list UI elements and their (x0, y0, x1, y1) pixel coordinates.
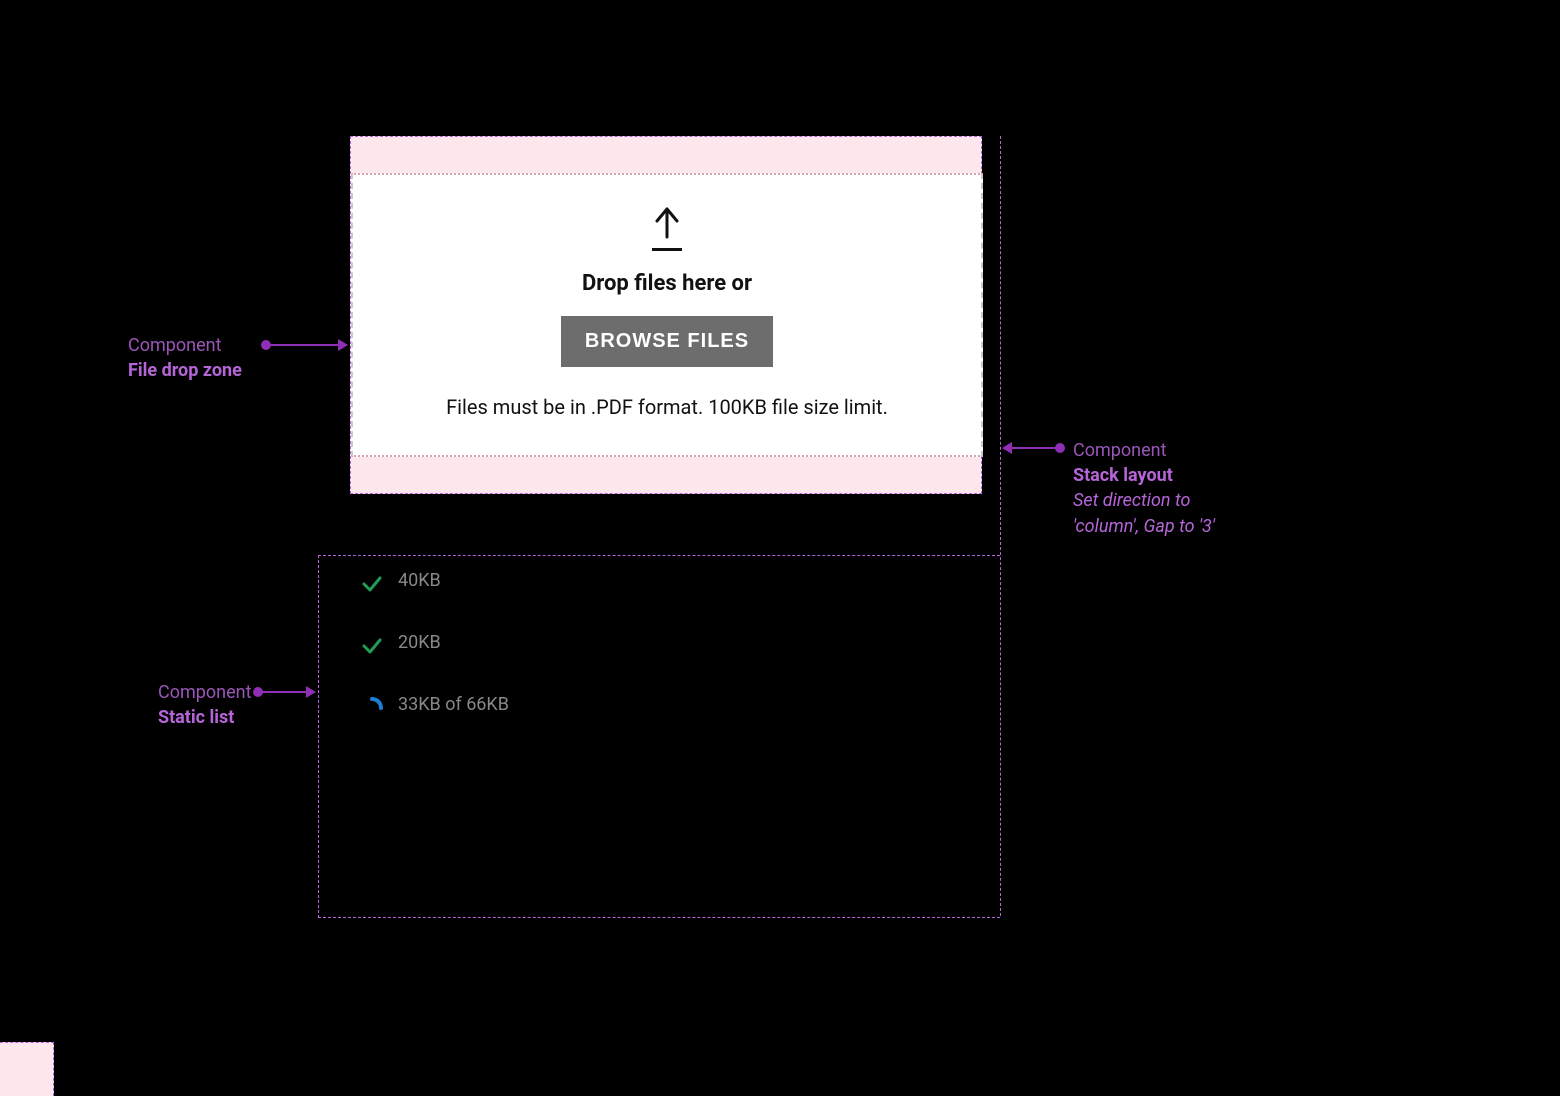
annotation-arrowhead (1002, 442, 1012, 454)
static-list: 40KB 20KB 33KB of 66KB (360, 570, 980, 720)
file-progress: 33KB of 66KB (398, 694, 509, 715)
file-size: 40KB (398, 570, 441, 591)
stack-layout-bracket (1000, 136, 1001, 916)
annotation-arrow (1012, 447, 1060, 449)
list-item: 20KB (360, 632, 980, 658)
annotation-stack-layout: Component Stack layout Set direction to … (1073, 438, 1215, 539)
color-swatch (0, 1042, 54, 1096)
dropzone-hint: Files must be in .PDF format. 100KB file… (446, 395, 888, 419)
upload-icon (649, 207, 685, 251)
file-size: 20KB (398, 632, 441, 653)
annotation-static-list: Component Static list (158, 680, 251, 730)
file-drop-zone-container: Drop files here or BROWSE FILES Files mu… (350, 136, 982, 494)
file-drop-zone[interactable]: Drop files here or BROWSE FILES Files mu… (351, 173, 983, 457)
browse-files-button[interactable]: BROWSE FILES (561, 316, 773, 367)
check-icon (360, 572, 384, 596)
spinner-icon (360, 696, 384, 720)
annotation-arrow (258, 691, 306, 693)
annotation-arrow (266, 344, 338, 346)
dropzone-prompt: Drop files here or (582, 271, 752, 296)
list-item: 33KB of 66KB (360, 694, 980, 720)
check-icon (360, 634, 384, 658)
list-item: 40KB (360, 570, 980, 596)
annotation-file-drop-zone: Component File drop zone (128, 333, 242, 383)
annotation-arrowhead (338, 339, 348, 351)
annotation-arrowhead (306, 686, 316, 698)
